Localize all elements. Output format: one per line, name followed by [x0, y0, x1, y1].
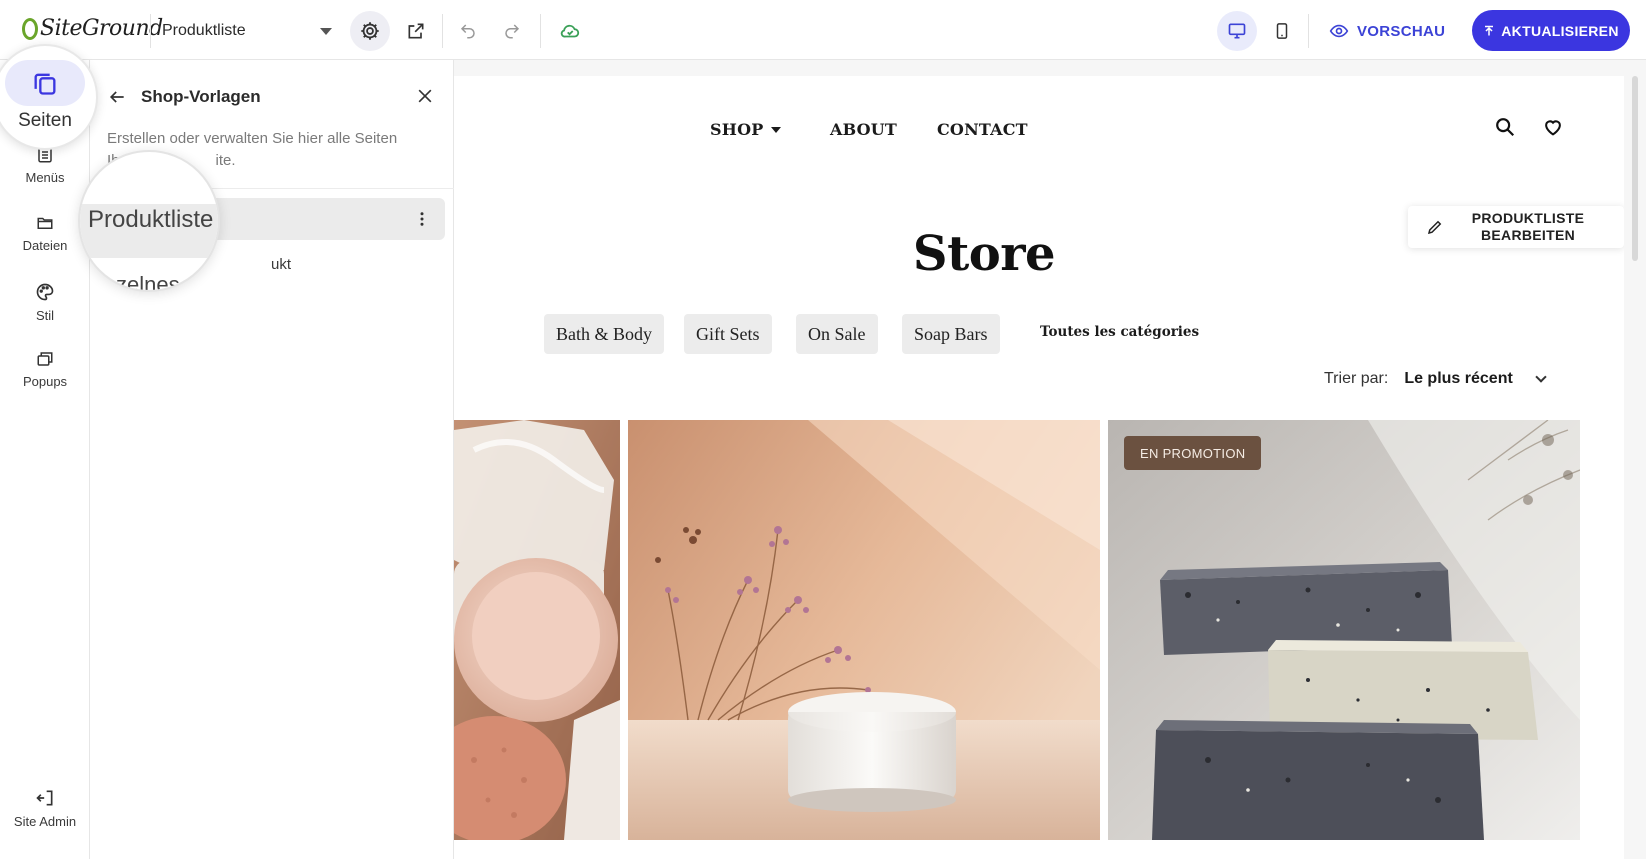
category-chip[interactable]: Bath & Body	[544, 314, 665, 354]
toolbar-divider	[540, 14, 541, 48]
product-card[interactable]	[454, 420, 620, 840]
category-label: Gift Sets	[696, 323, 760, 344]
sort-value: Le plus récent	[1404, 370, 1513, 387]
category-chip[interactable]: On Sale	[796, 314, 878, 354]
update-button[interactable]: AKTUALISIEREN	[1472, 10, 1630, 51]
editor-app: SiteGround Produktliste VORSCHAU AKTUALI…	[0, 0, 1646, 859]
siteground-logo[interactable]: SiteGround	[22, 16, 163, 41]
redo-button[interactable]	[492, 11, 532, 51]
brand-name: SiteGround	[40, 16, 163, 41]
canvas-scrollbar[interactable]	[1624, 76, 1646, 859]
rail-item-menus[interactable]: Menüs	[0, 146, 90, 185]
palette-icon	[36, 283, 54, 301]
magnified-item-label: Produktliste	[88, 206, 214, 233]
panel-title: Shop-Vorlagen	[141, 87, 261, 106]
all-categories-link[interactable]: Toutes les catégories	[1040, 324, 1199, 340]
rail-item-files[interactable]: Dateien	[0, 214, 90, 253]
product-card[interactable]	[628, 420, 1100, 840]
undo-icon	[460, 24, 475, 39]
folder-icon	[37, 217, 53, 229]
settings-button[interactable]	[350, 11, 390, 51]
product-grid: EN PROMOTION	[454, 420, 1624, 840]
desktop-icon	[1228, 23, 1246, 39]
description-line-1: Erstellen oder verwalten Sie hier alle S…	[107, 130, 398, 147]
page-title: Store	[912, 226, 1056, 282]
mobile-icon	[1276, 23, 1288, 39]
rail-item-label: Menüs	[25, 170, 65, 185]
category-chip[interactable]: Soap Bars	[902, 314, 1000, 354]
nav-label: SHOP	[710, 120, 764, 139]
product-image	[454, 420, 620, 840]
left-rail: Menüs Dateien Stil Popups Site Admin	[0, 60, 90, 859]
chevron-down-icon	[320, 27, 332, 35]
close-icon[interactable]	[415, 86, 435, 106]
rail-item-label: Popups	[22, 374, 68, 389]
category-label: Bath & Body	[556, 323, 653, 344]
search-icon[interactable]	[1494, 116, 1516, 138]
upload-icon	[1485, 25, 1494, 35]
popups-icon	[37, 352, 53, 366]
redo-icon	[505, 24, 520, 39]
more-vertical-icon[interactable]	[413, 210, 431, 228]
cloud-check-icon	[560, 24, 580, 38]
exit-icon	[36, 790, 53, 806]
nav-label: CONTACT	[937, 120, 1028, 139]
category-label: On Sale	[808, 323, 866, 344]
nav-shop[interactable]: SHOP	[710, 120, 782, 139]
scrollbar-thumb[interactable]	[1632, 76, 1638, 261]
eye-icon	[1329, 24, 1349, 38]
page-selector[interactable]: Produktliste	[162, 18, 332, 44]
rail-item-style[interactable]: Stil	[0, 282, 90, 323]
sort-label: Trier par:	[1324, 370, 1389, 387]
page-selector-value: Produktliste	[162, 22, 246, 39]
rail-item-label: Dateien	[22, 238, 68, 253]
preview-button[interactable]: VORSCHAU	[1329, 18, 1445, 44]
nav-contact[interactable]: CONTACT	[937, 120, 1028, 139]
chevron-down-icon	[1535, 371, 1547, 383]
category-filters: Bath & Body Gift Sets On Sale Soap Bars …	[454, 314, 1624, 356]
gear-icon	[361, 22, 379, 40]
toolbar-divider	[1308, 14, 1309, 48]
external-link-icon	[408, 23, 424, 39]
back-arrow-icon[interactable]	[107, 87, 127, 107]
update-label: AKTUALISIEREN	[1501, 22, 1619, 39]
mobile-view-button[interactable]	[1262, 11, 1302, 51]
product-image	[1108, 420, 1580, 840]
rail-item-label: Seiten	[18, 110, 72, 131]
toolbar-divider	[150, 14, 151, 48]
magnifier-list-callout: Produktliste zelnes	[78, 150, 220, 292]
magnified-item-fragment: zelnes	[116, 272, 180, 292]
site-canvas: SHOP ABOUT CONTACT PRODUKTLISTE BEARBEIT…	[454, 60, 1646, 859]
template-item-label: ukt	[271, 256, 292, 273]
site-navigation: SHOP ABOUT CONTACT	[454, 116, 1624, 146]
pages-active-pill	[5, 60, 85, 106]
desktop-view-button[interactable]	[1217, 11, 1257, 51]
nav-label: ABOUT	[830, 120, 898, 139]
product-card[interactable]: EN PROMOTION	[1108, 420, 1580, 840]
pages-icon	[34, 73, 56, 95]
heart-icon[interactable]	[1542, 116, 1564, 138]
toolbar-divider	[442, 14, 443, 48]
undo-button[interactable]	[448, 11, 488, 51]
rail-item-label: Site Admin	[13, 814, 77, 829]
cloud-status-button[interactable]	[550, 11, 590, 51]
top-toolbar: SiteGround Produktliste VORSCHAU AKTUALI…	[0, 0, 1646, 60]
caret-down-icon	[771, 126, 782, 133]
open-external-button[interactable]	[396, 11, 436, 51]
rail-item-popups[interactable]: Popups	[0, 350, 90, 389]
nav-about[interactable]: ABOUT	[830, 120, 897, 139]
promo-badge: EN PROMOTION	[1124, 436, 1262, 470]
rail-item-label: Stil	[35, 308, 55, 323]
preview-label: VORSCHAU	[1357, 22, 1446, 40]
sort-control[interactable]: Trier par: Le plus récent	[1324, 368, 1547, 390]
description-line-2-end: ite.	[215, 152, 236, 169]
category-chip[interactable]: Gift Sets	[684, 314, 772, 354]
category-label: Soap Bars	[914, 323, 988, 344]
product-image	[628, 420, 1100, 840]
rail-item-site-admin[interactable]: Site Admin	[0, 788, 90, 829]
panel-header: Shop-Vorlagen	[107, 82, 437, 112]
siteground-logo-mark	[22, 17, 38, 40]
site-preview[interactable]: SHOP ABOUT CONTACT PRODUKTLISTE BEARBEIT…	[454, 76, 1624, 859]
